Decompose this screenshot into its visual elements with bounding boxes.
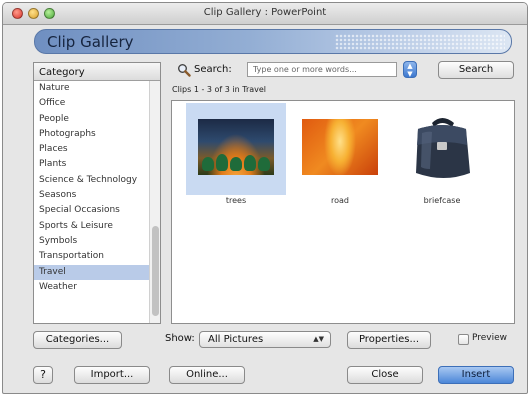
categories-button[interactable]: Categories... [33,331,122,349]
clip-thumbnail-trees [198,119,274,175]
tree-shape [216,154,228,171]
select-arrows-icon: ▲▼ [313,335,324,343]
clip-item-trees[interactable]: trees [186,103,286,205]
category-item-nature[interactable]: Nature [34,81,150,96]
show-label: Show: [165,333,195,344]
properties-button[interactable]: Properties... [347,331,431,349]
import-button[interactable]: Import... [74,366,150,384]
search-icon [178,64,191,77]
results-panel: trees road briefcase [171,100,515,324]
tree-shape [244,155,256,171]
show-select[interactable]: All Pictures ▲▼ [199,331,331,348]
help-button[interactable]: ? [33,366,53,384]
category-item-seasons[interactable]: Seasons [34,188,150,203]
tree-shape [202,157,214,171]
banner-title: Clip Gallery [47,33,134,51]
category-panel: Category Nature Office People Photograph… [33,62,161,324]
category-item-office[interactable]: Office [34,96,150,111]
clip-thumbnail-road [302,119,378,175]
search-options-stepper[interactable]: ▲ ▼ [403,61,417,78]
category-item-places[interactable]: Places [34,142,150,157]
preview-checkbox[interactable] [458,334,469,345]
show-select-value: All Pictures [208,334,264,345]
clip-item-briefcase[interactable]: briefcase [392,103,492,205]
close-button[interactable]: Close [347,366,423,384]
clip-label: briefcase [423,196,461,205]
results-count: Clips 1 - 3 of 3 in Travel [172,85,267,94]
category-item-travel[interactable]: Travel [34,264,150,280]
category-item-science-technology[interactable]: Science & Technology [34,173,150,188]
window-title: Clip Gallery : PowerPoint [203,7,327,18]
category-item-weather[interactable]: Weather [34,280,150,295]
clip-gallery-banner: Clip Gallery [34,29,512,54]
category-item-people[interactable]: People [34,112,150,127]
chevron-up-icon: ▲ [407,62,413,70]
category-header: Category [34,63,160,81]
clip-item-road[interactable]: road [290,103,390,205]
category-item-plants[interactable]: Plants [34,157,150,172]
title-bar[interactable]: Clip Gallery : PowerPoint [3,3,527,25]
briefcase-icon [416,118,470,178]
category-list: Nature Office People Photographs Places … [34,81,150,295]
preview-label: Preview [472,333,508,343]
category-item-special-occasions[interactable]: Special Occasions [34,203,150,218]
category-item-sports-leisure[interactable]: Sports & Leisure [34,219,150,234]
category-scrollbar[interactable] [149,81,160,323]
search-label: Search: [194,64,232,75]
category-item-symbols[interactable]: Symbols [34,234,150,249]
clip-label: trees [225,196,247,205]
tree-shape [258,157,270,171]
banner-decoration [335,34,505,50]
category-item-photographs[interactable]: Photographs [34,127,150,142]
search-button[interactable]: Search [438,61,514,79]
tree-shape [230,157,242,171]
category-scroll-thumb[interactable] [152,226,159,316]
insert-button[interactable]: Insert [438,366,514,384]
search-input[interactable] [247,62,397,77]
clip-label: road [331,196,349,205]
chevron-down-icon: ▼ [407,70,413,78]
category-item-transportation[interactable]: Transportation [34,249,150,264]
online-button[interactable]: Online... [169,366,245,384]
